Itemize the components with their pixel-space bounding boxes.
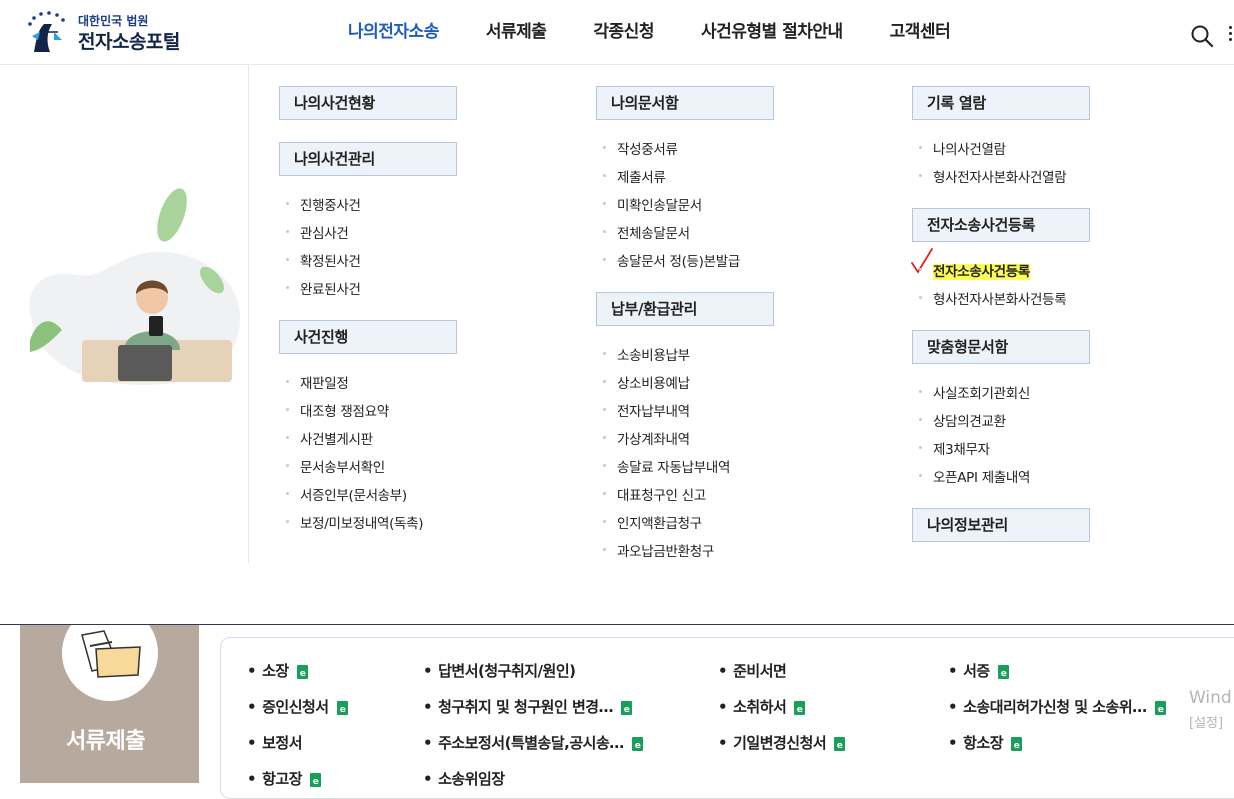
doc-link[interactable]: • 서증 e [948,660,1009,681]
search-icon[interactable] [1190,24,1214,48]
menu-item[interactable]: 형사전자사본화사건등록 [918,288,1067,308]
menu-item[interactable]: 과오납금반환청구 [603,540,714,560]
menu-item[interactable]: 보정/미보정내역(독촉) [285,512,424,532]
more-icon[interactable] [1228,26,1234,46]
menu-item[interactable]: 완료된사건 [286,278,361,298]
menu-category-custom-documents[interactable]: 맞춤형문서함 [912,330,1090,364]
folder-icon [81,630,141,678]
nav-my-e-litigation[interactable]: 나의전자소송 [348,0,439,64]
menu-divider [248,65,249,563]
svg-text:e: e [1014,741,1020,751]
menu-item[interactable]: 인지액환급청구 [603,512,702,532]
menu-item[interactable]: 형사전자사본화사건열람 [918,166,1067,186]
svg-text:e: e [299,669,305,679]
doc-link[interactable]: • 소송대리허가신청 및 소송위… e [948,696,1166,717]
mega-menu: 나의사건현황 나의사건관리 진행중사건 관심사건 확정된사건 완료된사건 사건진… [0,65,1234,610]
menu-item[interactable]: 확정된사건 [286,250,361,270]
menu-item[interactable]: 송달문서 정(등)본발급 [602,250,740,270]
court-emblem-icon [28,11,65,52]
menu-item-highlighted[interactable]: 전자소송사건등록 [919,260,1030,280]
doc-link[interactable]: • 항고장 e [247,768,321,789]
doc-link[interactable]: • 소장 e [247,660,308,681]
doc-link[interactable]: • 준비서면 [718,660,787,681]
menu-item[interactable]: 작성중서류 [603,138,678,158]
person-with-laptop-illustration [29,188,241,385]
e-document-icon: e [794,700,806,715]
e-document-icon: e [336,700,348,715]
menu-category-my-documents[interactable]: 나의문서함 [596,86,774,120]
doc-link[interactable]: • 증인신청서 e [247,696,348,717]
menu-item[interactable]: 제3채무자 [919,438,990,458]
logo[interactable]: 대한민국 법원 전자소송포털 [24,8,214,56]
menu-category-case-progress[interactable]: 사건진행 [279,320,457,354]
menu-item[interactable]: 미확인송달문서 [603,194,702,214]
svg-text:e: e [634,741,640,751]
doc-link[interactable]: • 소송위임장 [423,768,505,789]
menu-item[interactable]: 대조형 쟁점요약 [286,400,389,420]
svg-text:e: e [797,705,803,715]
menu-item[interactable]: 전자납부내역 [603,400,690,420]
menu-category-my-case-status[interactable]: 나의사건현황 [279,86,457,120]
header: 대한민국 법원 전자소송포털 나의전자소송 서류제출 각종신청 사건유형별 절차… [0,0,1234,65]
menu-item[interactable]: 상담의견교환 [919,410,1006,430]
menu-item[interactable]: 서증인부(문서송부) [286,484,407,504]
svg-text:e: e [1000,669,1006,679]
menu-item[interactable]: 상소비용예납 [603,372,690,392]
e-document-icon: e [997,664,1009,679]
doc-link[interactable]: • 청구취지 및 청구원인 변경… e [423,696,633,717]
doc-link[interactable]: • 답변서(청구취지/원인) [423,660,576,681]
svg-text:e: e [624,705,630,715]
menu-category-my-info[interactable]: 나의정보관리 [912,508,1090,542]
e-document-icon: e [310,772,321,787]
main-nav: 나의전자소송 서류제출 각종신청 사건유형별 절차안내 고객센터 [348,0,997,64]
logo-title: 전자소송포털 [78,31,180,53]
nav-applications[interactable]: 각종신청 [593,0,654,64]
windows-activation-watermark-sub: [설정] [1189,716,1224,731]
menu-item[interactable]: 오픈API 제출내역 [918,466,1030,486]
doc-link[interactable]: • 기일변경신청서 e [718,732,846,753]
e-document-icon: e [1011,736,1022,751]
menu-item[interactable]: 나의사건열람 [919,138,1006,158]
doc-link[interactable]: • 소취하서 e [718,696,806,717]
banner-title: 서류제출 [66,729,145,754]
nav-customer-center[interactable]: 고객센터 [890,0,951,64]
e-document-icon: e [834,736,846,751]
banner-circle [62,625,158,701]
menu-category-e-case-registration[interactable]: 전자소송사건등록 [912,208,1090,242]
svg-text:e: e [1157,705,1163,715]
menu-item[interactable]: 사실조회기관회신 [919,382,1030,402]
svg-text:e: e [339,705,345,715]
e-document-icon: e [621,700,633,715]
doc-link[interactable]: • 항소장 e [948,732,1022,753]
menu-item[interactable]: 소송비용납부 [603,344,690,364]
document-submission-banner[interactable]: 서류제출 [20,625,199,783]
menu-item[interactable]: 문서송부서확인 [286,456,385,476]
e-document-icon: e [631,736,643,751]
document-list-panel: • 소장 e • 답변서(청구취지/원인) • 준비서면 • 서증 e • 증인신청서 e • 청… [220,637,1234,799]
menu-item[interactable]: 사건별게시판 [286,428,373,448]
menu-item[interactable]: 진행중사건 [286,194,361,214]
menu-item[interactable]: 대표청구인 신고 [603,484,706,504]
e-document-icon: e [296,664,308,679]
menu-category-payment-refund[interactable]: 납부/환급관리 [596,292,774,326]
menu-category-my-case-management[interactable]: 나의사건관리 [279,142,457,176]
windows-activation-watermark: Wind [1189,688,1232,708]
doc-link[interactable]: • 주소보정서(특별송달,공시송… e [423,732,643,753]
menu-item[interactable]: 가상계좌내역 [603,428,690,448]
menu-item[interactable]: 전체송달문서 [603,222,690,242]
e-document-icon: e [1154,700,1166,715]
menu-item[interactable]: 관심사건 [285,222,349,242]
menu-item[interactable]: 재판일정 [285,372,349,392]
menu-item[interactable]: 제출서류 [602,166,666,186]
nav-document-submission[interactable]: 서류제출 [486,0,547,64]
svg-text:e: e [837,741,843,751]
menu-category-record-viewing[interactable]: 기록 열람 [912,86,1090,120]
menu-item[interactable]: 송달료 자동납부내역 [602,456,730,476]
doc-link[interactable]: • 보정서 [247,732,302,753]
nav-case-procedure-guide[interactable]: 사건유형별 절차안내 [701,0,843,64]
document-submission-section: 서류제출 • 소장 e • 답변서(청구취지/원인) • 준비서면 • 서증 e • 증인신청… [0,624,1234,799]
